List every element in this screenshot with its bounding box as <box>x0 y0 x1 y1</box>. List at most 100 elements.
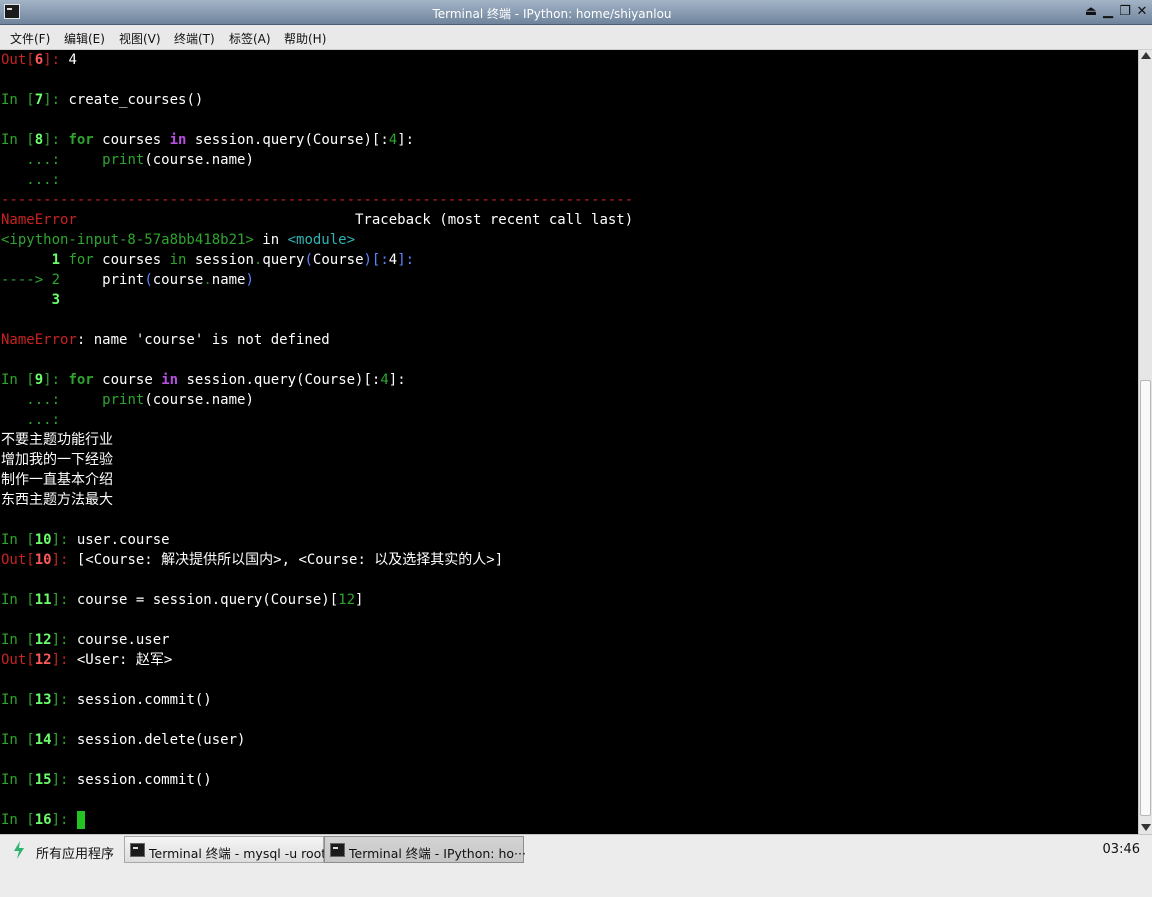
terminal-line: ...: print(course.name) <box>1 390 254 410</box>
terminal-text: Traceback (most recent call last) <box>76 212 634 228</box>
scroll-up-arrow-icon[interactable] <box>1141 52 1151 59</box>
terminal-line: NameError Traceback (most recent call la… <box>1 210 633 230</box>
terminal-text: ]: <box>43 132 69 148</box>
terminal-line: In [8]: for courses in session.query(Cou… <box>1 130 414 150</box>
applications-menu-label: 所有应用程序 <box>36 847 115 862</box>
taskbar-item-ipython-terminal[interactable]: Terminal 终端 - IPython: ho··· <box>324 836 526 863</box>
terminal-text: ]: <box>388 372 406 388</box>
terminal-text: in <box>169 252 187 268</box>
terminal-text: ]: <box>43 52 69 68</box>
terminal-text: 不要主题功能行业 <box>1 432 113 448</box>
terminal-line: 制作一直基本介绍 <box>1 470 113 490</box>
scroll-down-arrow-icon[interactable] <box>1141 824 1151 831</box>
terminal-text: in <box>161 372 179 388</box>
menu-help[interactable]: 帮助(H) <box>284 30 326 47</box>
terminal-text: ]: <box>51 732 77 748</box>
maximize-button[interactable]: ❐ <box>1117 4 1133 20</box>
terminal-line: ----> 2 print(course.name) <box>1 270 254 290</box>
terminal-text: Out[ <box>1 52 35 68</box>
menu-view[interactable]: 视图(V) <box>119 30 161 47</box>
terminal-line: 1 for courses in session.query(Course)[:… <box>1 250 415 270</box>
terminal-text: In [ <box>1 812 35 828</box>
terminal-text: In [ <box>1 732 35 748</box>
terminal-text: 4 <box>68 52 77 68</box>
terminal-text: query <box>262 252 305 268</box>
terminal-line: Out[10]: [<Course: 解决提供所以国内>, <Course: 以… <box>1 550 503 570</box>
terminal-text: 11 <box>34 592 52 608</box>
terminal-text: ...: <box>1 412 69 428</box>
terminal-line: In [9]: for course in session.query(Cour… <box>1 370 406 390</box>
terminal-line: In [11]: course = session.query(Course)[… <box>1 590 363 610</box>
terminal-text: in <box>169 132 187 148</box>
terminal-text: 增加我的一下经验 <box>1 452 113 468</box>
terminal-text: session.query(Course)[: <box>178 372 381 388</box>
terminal-text: print <box>60 272 145 288</box>
terminal-text: <User: 赵军> <box>76 652 173 668</box>
terminal-text: 14 <box>34 732 52 748</box>
terminal-line: ...: print(course.name) <box>1 150 254 170</box>
terminal-text: for <box>68 372 94 388</box>
terminal-text: 4 <box>388 132 398 148</box>
terminal-text: In [ <box>1 592 35 608</box>
title-bar: Terminal 终端 - IPython: home/shiyanlou ⏏ … <box>0 0 1152 25</box>
terminal-text: 制作一直基本介绍 <box>1 472 113 488</box>
terminal-text: 6 <box>34 52 44 68</box>
terminal-text: for <box>68 132 94 148</box>
terminal-text: Out[ <box>1 552 35 568</box>
terminal-text: <module> <box>287 232 356 248</box>
terminal-line: NameError: name 'course' is not defined <box>1 330 330 350</box>
minimize-button[interactable]: ▁ <box>1100 4 1116 20</box>
terminal-text: )[: <box>363 252 389 268</box>
terminal-text: ]: <box>43 92 69 108</box>
applications-menu-button[interactable]: 所有应用程序 <box>6 837 118 863</box>
terminal-line: In [15]: session.commit() <box>1 770 212 790</box>
terminal-text: ( <box>304 252 313 268</box>
terminal-text: 1 <box>1 252 61 268</box>
terminal-text: ]: <box>51 532 77 548</box>
window-title: Terminal 终端 - IPython: home/shiyanlou <box>432 7 672 21</box>
terminal-text: NameError <box>1 332 77 348</box>
terminal-line: ...: <box>1 410 68 430</box>
terminal-text: course = session.query(Course)[ <box>76 592 339 608</box>
menu-file[interactable]: 文件(F) <box>10 30 50 47</box>
terminal-text: <ipython-input-8-57a8bb418b21> <box>1 232 254 248</box>
terminal-line: <ipython-input-8-57a8bb418b21> in <modul… <box>1 230 355 250</box>
terminal-text: course <box>152 272 204 288</box>
terminal-text: : name 'course' is not defined <box>76 332 330 348</box>
terminal-line: 3 <box>1 290 60 310</box>
terminal-text: ]: <box>51 652 77 668</box>
terminal-text: 4 <box>380 372 389 388</box>
terminal-output[interactable]: Out[6]: 4 In [7]: create_courses() In [8]:… <box>0 50 1138 834</box>
terminal-line: Out[12]: <User: 赵军> <box>1 650 172 670</box>
terminal-line: In [7]: create_courses() <box>1 90 203 110</box>
terminal-text: ]: <box>397 132 415 148</box>
terminal-text: name <box>211 272 246 288</box>
menu-terminal[interactable]: 终端(T) <box>174 30 215 47</box>
terminal-line: In [14]: session.delete(user) <box>1 730 245 750</box>
terminal-text: ]: <box>51 812 77 828</box>
menu-bar: 文件(F) 编辑(E) 视图(V) 终端(T) 标签(A) 帮助(H) <box>0 25 1152 50</box>
terminal-text: course <box>93 372 162 388</box>
vertical-scrollbar[interactable] <box>1138 50 1152 834</box>
terminal-text: ----> 2 <box>1 272 61 288</box>
terminal-text: ]: <box>51 692 77 708</box>
app-launcher-icon <box>14 841 24 859</box>
shade-icon[interactable]: ⏏ <box>1083 4 1099 20</box>
terminal-text: [<Course: 解决提供所以国内>, <Course: 以及选择其实的人>] <box>76 552 504 568</box>
terminal-text: 16 <box>34 812 52 828</box>
terminal-line: 增加我的一下经验 <box>1 450 113 470</box>
terminal-icon <box>130 843 145 857</box>
menu-tabs[interactable]: 标签(A) <box>229 30 271 47</box>
taskbar-item-mysql-terminal[interactable]: Terminal 终端 - mysql -u root <box>124 836 326 863</box>
terminal-line: In [16]: <box>1 810 85 830</box>
terminal-line: ----------------------------------------… <box>1 190 633 210</box>
terminal-text: 10 <box>34 532 52 548</box>
terminal-text: course.user <box>76 632 170 648</box>
menu-edit[interactable]: 编辑(E) <box>64 30 105 47</box>
terminal-text: In [ <box>1 632 35 648</box>
terminal-text: session.commit() <box>76 772 212 788</box>
scroll-thumb[interactable] <box>1140 380 1151 816</box>
close-button[interactable]: ✕ <box>1134 4 1150 20</box>
terminal-text: 12 <box>338 592 356 608</box>
